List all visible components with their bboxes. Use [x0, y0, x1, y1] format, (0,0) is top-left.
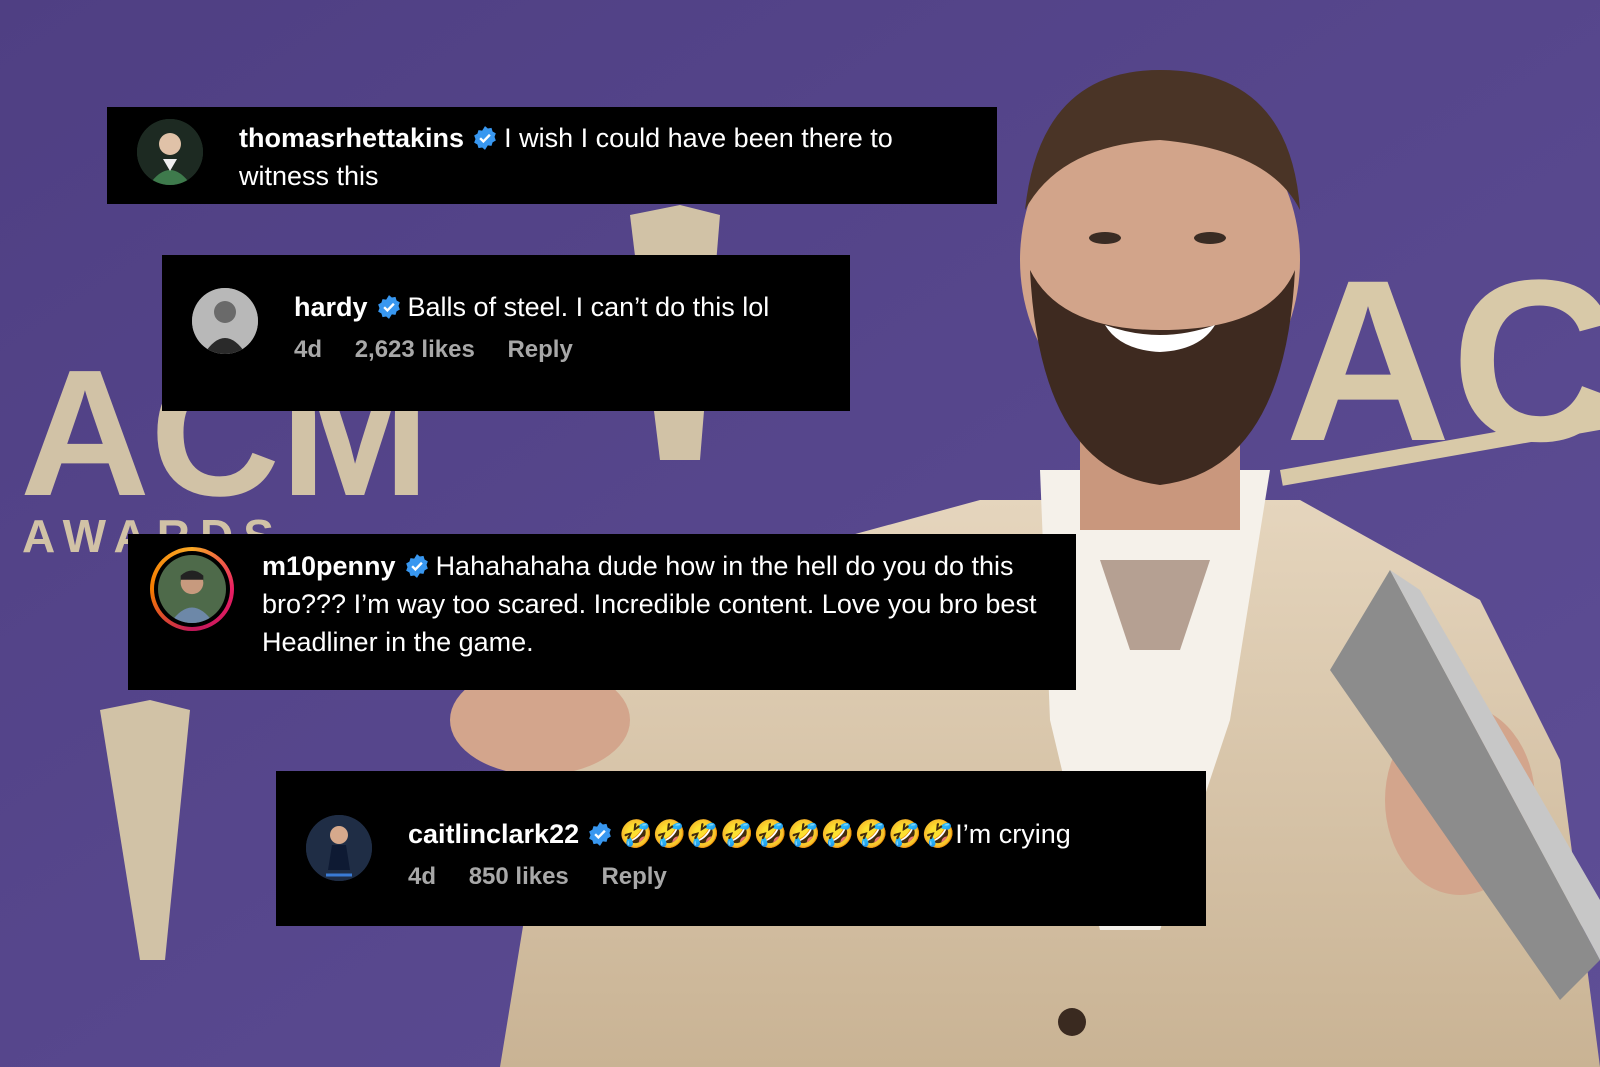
avatar[interactable]: [192, 288, 258, 354]
username[interactable]: hardy: [294, 292, 368, 322]
comment-card: thomasrhettakins I wish I could have been…: [107, 107, 997, 204]
comment-card: hardy Balls of steel. I can’t do this lol…: [162, 255, 850, 411]
verified-badge-icon: [405, 554, 428, 578]
comment-text: caitlinclark22 🤣🤣🤣🤣🤣🤣🤣🤣🤣🤣I’m crying: [408, 815, 1186, 853]
comment-time: 4d: [294, 336, 323, 363]
comment-text: m10penny Hahahahaha dude how in the hell …: [262, 547, 1056, 661]
avatar-story-ring[interactable]: [150, 547, 234, 631]
verified-badge-icon: [474, 126, 496, 150]
verified-badge-icon: [589, 822, 611, 846]
username[interactable]: m10penny: [262, 551, 396, 581]
comment-time: 4d: [408, 863, 437, 890]
verified-badge-icon: [377, 295, 400, 319]
username[interactable]: thomasrhettakins: [239, 123, 464, 153]
like-count[interactable]: 850 likes: [469, 863, 569, 890]
avatar[interactable]: [137, 119, 203, 185]
comment-text: hardy Balls of steel. I can’t do this lol: [294, 288, 820, 326]
like-count[interactable]: 2,623 likes: [355, 336, 475, 363]
comment-text: thomasrhettakins I wish I could have been…: [239, 119, 967, 195]
comment-card: caitlinclark22 🤣🤣🤣🤣🤣🤣🤣🤣🤣🤣I’m crying 4d 85…: [276, 771, 1206, 926]
comment-body: 🤣🤣🤣🤣🤣🤣🤣🤣🤣🤣I’m crying: [619, 819, 1071, 849]
reply-button[interactable]: Reply: [507, 336, 572, 363]
avatar[interactable]: [306, 815, 372, 881]
comment-meta: 4d 850 likes Reply: [408, 863, 1186, 891]
comment-meta: 4d 2,623 likes Reply: [294, 336, 820, 364]
comment-card: m10penny Hahahahaha dude how in the hell …: [128, 534, 1076, 690]
reply-button[interactable]: Reply: [601, 863, 666, 890]
username[interactable]: caitlinclark22: [408, 819, 579, 849]
comment-body: Balls of steel. I can’t do this lol: [407, 292, 770, 322]
